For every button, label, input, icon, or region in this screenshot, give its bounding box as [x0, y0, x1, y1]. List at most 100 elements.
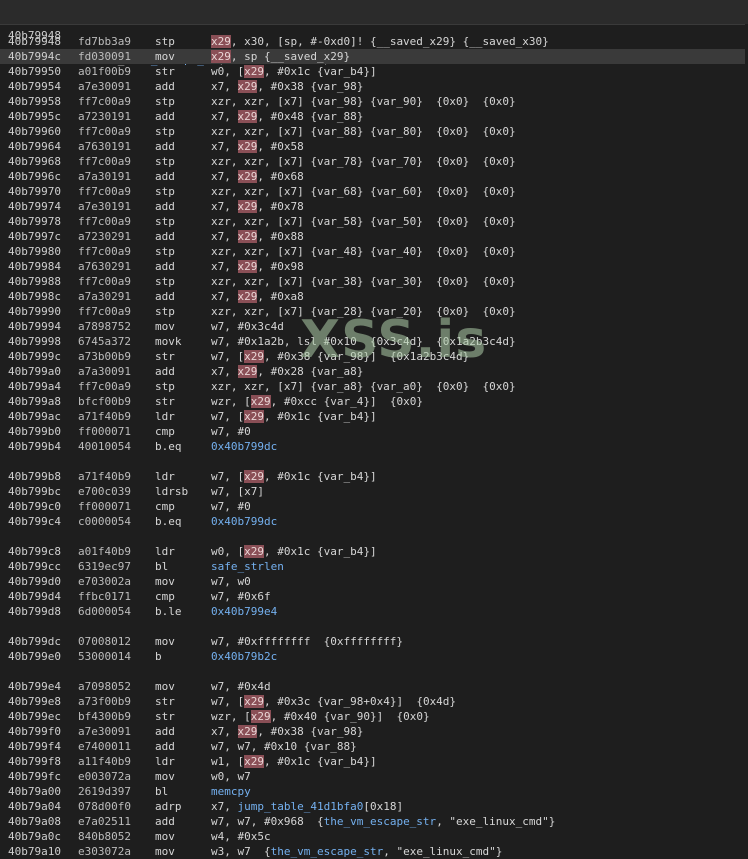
instruction-row[interactable]: 40b79a08 e7a02511 add w7, w7, #0x968 {the_v… — [0, 814, 748, 829]
instruction-address[interactable]: 40b79a08 — [8, 814, 61, 829]
instruction-address[interactable]: 40b799d0 — [8, 574, 61, 589]
highlighted-register[interactable]: x29 — [244, 410, 264, 423]
symbol-link[interactable]: 0x40b79b2c — [211, 650, 277, 663]
instruction-address[interactable]: 40b7994c — [8, 49, 61, 64]
highlighted-register[interactable]: x29 — [211, 35, 231, 48]
instruction-address[interactable]: 40b79968 — [8, 154, 61, 169]
symbol-link[interactable]: 0x40b799dc — [211, 515, 277, 528]
instruction-address[interactable]: 40b79950 — [8, 64, 61, 79]
instruction-row[interactable]: 40b79a04 078d00f0 adrp x7, jump_table_41d1b… — [0, 799, 748, 814]
highlighted-register[interactable]: x29 — [237, 290, 258, 303]
instruction-row[interactable]: 40b79990 ff7c00a9 stp xzr, xzr, [x7] {var_2… — [0, 304, 748, 319]
instruction-row[interactable]: 40b799fc e003072a mov w0, w7 — [0, 769, 748, 784]
instruction-address[interactable]: 40b799e0 — [8, 649, 61, 664]
instruction-row[interactable]: 40b799e8 a73f00b9 str w7, [x29, #0x3c {var_… — [0, 694, 748, 709]
instruction-address[interactable]: 40b799d8 — [8, 604, 61, 619]
instruction-address[interactable]: 40b79a10 — [8, 844, 61, 859]
instruction-address[interactable]: 40b79990 — [8, 304, 61, 319]
instruction-address[interactable]: 40b7996c — [8, 169, 61, 184]
instruction-address[interactable]: 40b79970 — [8, 184, 61, 199]
instruction-address[interactable]: 40b799a4 — [8, 379, 61, 394]
highlighted-register[interactable]: x29 — [237, 110, 258, 123]
highlighted-register[interactable]: x29 — [244, 65, 264, 78]
symbol-link[interactable]: 0x40b799e4 — [211, 605, 277, 618]
instruction-row[interactable]: 40b79994 a7898752 mov w7, #0x3c4d — [0, 319, 748, 334]
instruction-row[interactable]: 40b799dc 07008012 mov w7, #0xffffffff {0xff… — [0, 634, 748, 649]
instruction-address[interactable]: 40b799d4 — [8, 589, 61, 604]
highlighted-register[interactable]: x29 — [244, 695, 264, 708]
instruction-address[interactable]: 40b799b0 — [8, 424, 61, 439]
highlighted-register[interactable]: x29 — [244, 545, 264, 558]
instruction-row[interactable]: 40b79960 ff7c00a9 stp xzr, xzr, [x7] {var_8… — [0, 124, 748, 139]
instruction-row[interactable]: 40b79998 6745a372 movk w7, #0x1a2b, lsl #0x… — [0, 334, 748, 349]
instruction-address[interactable]: 40b79a00 — [8, 784, 61, 799]
instruction-row[interactable]: 40b79988 ff7c00a9 stp xzr, xzr, [x7] {var_3… — [0, 274, 748, 289]
instruction-address[interactable]: 40b799b8 — [8, 469, 61, 484]
instruction-row[interactable]: 40b79a00 2619d397 bl memcpy — [0, 784, 748, 799]
instruction-row[interactable]: 40b79978 ff7c00a9 stp xzr, xzr, [x7] {var_5… — [0, 214, 748, 229]
highlighted-register[interactable]: x29 — [244, 350, 264, 363]
instruction-address[interactable]: 40b79998 — [8, 334, 61, 349]
instruction-row[interactable]: 40b79980 ff7c00a9 stp xzr, xzr, [x7] {var_4… — [0, 244, 748, 259]
highlighted-register[interactable]: x29 — [211, 50, 231, 63]
symbol-link[interactable]: safe_strlen — [211, 560, 284, 573]
instruction-address[interactable]: 40b7997c — [8, 229, 61, 244]
instruction-address[interactable]: 40b7998c — [8, 289, 61, 304]
instruction-row[interactable]: 40b799c4 c0000054 b.eq 0x40b799dc — [0, 514, 748, 529]
symbol-link[interactable]: 0x40b799dc — [211, 440, 277, 453]
instruction-row[interactable]: 40b799f8 a11f40b9 ldr w1, [x29, #0x1c {var_… — [0, 754, 748, 769]
instruction-row[interactable]: 40b7995c a7230191 add x7, x29, #0x48 {var_8… — [0, 109, 748, 124]
instruction-address[interactable]: 40b79a04 — [8, 799, 61, 814]
instruction-address[interactable]: 40b79974 — [8, 199, 61, 214]
instruction-row[interactable]: 40b79948 fd7bb3a9 stp x29, x30, [sp, #-0xd0… — [0, 34, 748, 49]
instruction-address[interactable]: 40b799c4 — [8, 514, 61, 529]
instruction-row[interactable]: 40b799bc e700c039 ldrsb w7, [x7] — [0, 484, 748, 499]
instruction-row[interactable]: 40b79958 ff7c00a9 stp xzr, xzr, [x7] {var_9… — [0, 94, 748, 109]
instruction-row[interactable]: 40b799c0 ff000071 cmp w7, #0 — [0, 499, 748, 514]
instruction-address[interactable]: 40b79960 — [8, 124, 61, 139]
instruction-address[interactable]: 40b799ac — [8, 409, 61, 424]
instruction-row[interactable]: 40b799c8 a01f40b9 ldr w0, [x29, #0x1c {var_… — [0, 544, 748, 559]
instruction-address[interactable]: 40b79a0c — [8, 829, 61, 844]
instruction-row[interactable]: 40b79a10 e303072a mov w3, w7 {the_vm_escape… — [0, 844, 748, 859]
symbol-link[interactable]: the_vm_escape_str — [271, 845, 384, 858]
instruction-row[interactable]: 40b799ac a71f40b9 ldr w7, [x29, #0x1c {var_… — [0, 409, 748, 424]
instruction-address[interactable]: 40b799fc — [8, 769, 61, 784]
instruction-address[interactable]: 40b799e8 — [8, 694, 61, 709]
instruction-row[interactable]: 40b799a4 ff7c00a9 stp xzr, xzr, [x7] {var_a… — [0, 379, 748, 394]
instruction-address[interactable]: 40b7995c — [8, 109, 61, 124]
highlighted-register[interactable]: x29 — [237, 140, 258, 153]
instruction-row[interactable]: 40b799a8 bfcf00b9 str wzr, [x29, #0xcc {var… — [0, 394, 748, 409]
instruction-row[interactable]: 40b7999c a73b00b9 str w7, [x29, #0x38 {var_… — [0, 349, 748, 364]
instruction-address[interactable]: 40b799c0 — [8, 499, 61, 514]
instruction-address[interactable]: 40b79994 — [8, 319, 61, 334]
instruction-row[interactable]: 40b7997c a7230291 add x7, x29, #0x88 — [0, 229, 748, 244]
symbol-link[interactable]: jump_table_41d1bfa0 — [238, 800, 364, 813]
highlighted-register[interactable]: x29 — [237, 200, 258, 213]
symbol-link[interactable]: memcpy — [211, 785, 251, 798]
instruction-address[interactable]: 40b799e4 — [8, 679, 61, 694]
instruction-row[interactable]: 40b799e0 53000014 b 0x40b79b2c — [0, 649, 748, 664]
instruction-row[interactable]: 40b79a0c 840b8052 mov w4, #0x5c — [0, 829, 748, 844]
instruction-address[interactable]: 40b799b4 — [8, 439, 61, 454]
highlighted-register[interactable]: x29 — [250, 710, 271, 723]
instruction-row[interactable]: 40b799f4 e7400011 add w7, w7, #0x10 {var_88… — [0, 739, 748, 754]
instruction-address[interactable]: 40b799c8 — [8, 544, 61, 559]
instruction-address[interactable]: 40b79954 — [8, 79, 61, 94]
instruction-row[interactable]: 40b79950 a01f00b9 str w0, [x29, #0x1c {var_… — [0, 64, 748, 79]
highlighted-register[interactable]: x29 — [237, 260, 258, 273]
instruction-row[interactable]: 40b79974 a7e30191 add x7, x29, #0x78 — [0, 199, 748, 214]
instruction-row[interactable]: 40b799d4 ffbc0171 cmp w7, #0x6f — [0, 589, 748, 604]
instruction-row[interactable]: 40b799b4 40010054 b.eq 0x40b799dc — [0, 439, 748, 454]
instruction-row[interactable]: 40b799cc 6319ec97 bl safe_strlen — [0, 559, 748, 574]
instruction-row[interactable]: 40b799f0 a7e30091 add x7, x29, #0x38 {var_9… — [0, 724, 748, 739]
instruction-row[interactable]: 40b799b0 ff000071 cmp w7, #0 — [0, 424, 748, 439]
instruction-row[interactable]: 40b799b8 a71f40b9 ldr w7, [x29, #0x1c {var_… — [0, 469, 748, 484]
instruction-row[interactable]: 40b79984 a7630291 add x7, x29, #0x98 — [0, 259, 748, 274]
instruction-address[interactable]: 40b799a8 — [8, 394, 61, 409]
instruction-address[interactable]: 40b79948 — [8, 34, 61, 49]
instruction-address[interactable]: 40b799a0 — [8, 364, 61, 379]
symbol-link[interactable]: the_vm_escape_str — [324, 815, 437, 828]
instruction-row[interactable]: 40b799ec bf4300b9 str wzr, [x29, #0x40 {var… — [0, 709, 748, 724]
instruction-address[interactable]: 40b79984 — [8, 259, 61, 274]
